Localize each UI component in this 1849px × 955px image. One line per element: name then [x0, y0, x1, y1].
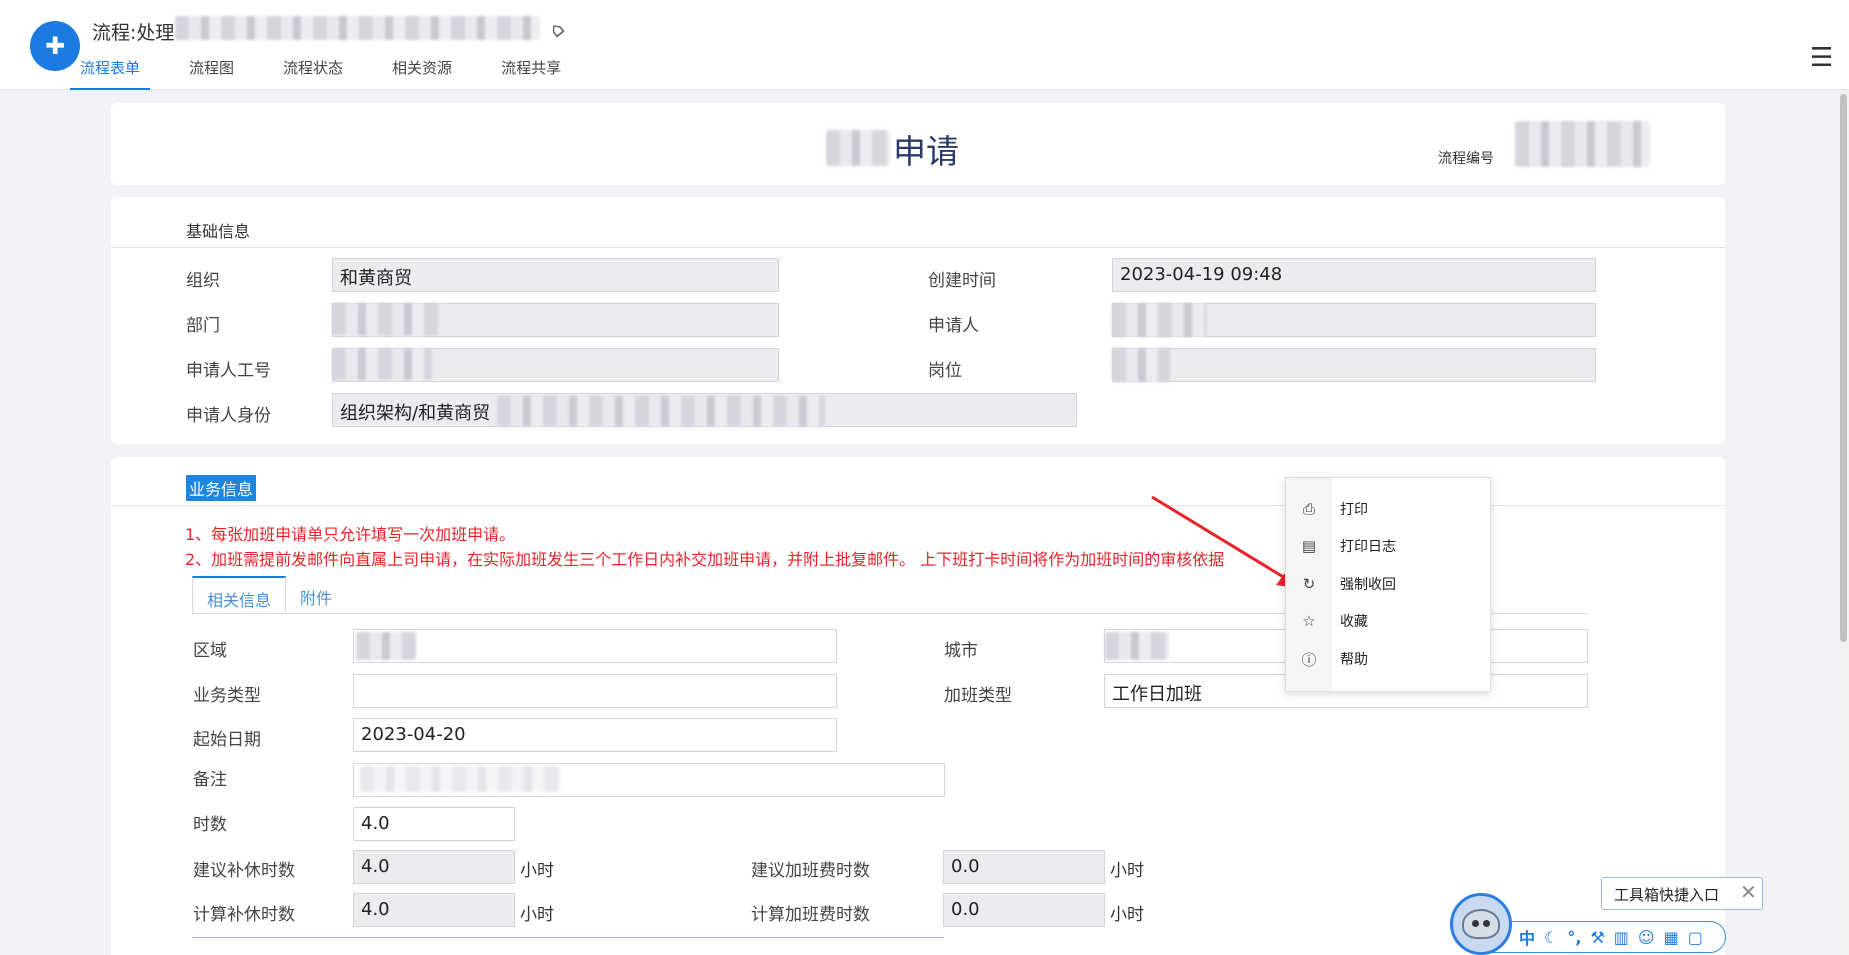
- grid-icon[interactable]: ▦: [1664, 928, 1679, 947]
- scrollbar-thumb[interactable]: [1840, 94, 1847, 642]
- clipboard-icon: ▤: [1301, 537, 1317, 555]
- business-tabs: 相关信息 附件: [192, 576, 346, 614]
- page-scrollbar[interactable]: [1838, 90, 1849, 955]
- tab-flow-chart[interactable]: 流程图: [189, 58, 234, 90]
- calc-fee-field[interactable]: 0.0: [943, 893, 1105, 927]
- remark-label: 备注: [193, 770, 227, 790]
- menu-item-help[interactable]: ⓘ 帮助: [1286, 644, 1492, 674]
- city-label: 城市: [944, 641, 978, 661]
- redacted-dept: [332, 303, 440, 335]
- redacted-title-prefix: [826, 130, 890, 166]
- main-tabs: 流程表单 流程图 流程状态 相关资源 流程共享: [70, 58, 610, 90]
- help-icon: ⓘ: [1301, 650, 1317, 669]
- calc-comp-unit: 小时: [520, 905, 554, 925]
- printer-icon: ⎙: [1302, 500, 1315, 518]
- dept-label: 部门: [186, 316, 220, 336]
- tag-icon[interactable]: ⌂: [544, 16, 569, 43]
- redacted-applicant: [1112, 303, 1207, 337]
- toolbox-bar: 中 ☾ °, ⚒ ▥ ☺ ▦ ▢: [1478, 921, 1726, 953]
- menu-item-label: 强制收回: [1340, 577, 1396, 593]
- start-date-field[interactable]: 2023-04-20: [353, 718, 837, 752]
- menu-item-favorite[interactable]: ☆ 收藏: [1286, 606, 1492, 636]
- redacted-post: [1112, 348, 1170, 382]
- toolbox-mascot-icon[interactable]: [1450, 893, 1512, 955]
- business-info-heading: 业务信息: [186, 475, 257, 501]
- biz-type-label: 业务类型: [193, 686, 261, 706]
- biz-type-field[interactable]: [353, 674, 837, 708]
- redacted-region: [356, 632, 416, 660]
- hours-field[interactable]: 4.0: [353, 807, 515, 841]
- post-label: 岗位: [928, 361, 962, 381]
- moon-icon[interactable]: ☾: [1544, 928, 1558, 947]
- ot-type-label: 加班类型: [944, 686, 1012, 706]
- flow-number-label: 流程编号: [1438, 151, 1494, 167]
- tab-flow-status[interactable]: 流程状态: [283, 58, 343, 90]
- toolbox-tooltip: 工具箱快捷入口: [1601, 877, 1763, 910]
- redacted-identity: [497, 396, 825, 426]
- page-title: 流程:处理: [92, 22, 175, 44]
- bottom-divider: [192, 937, 944, 938]
- sugg-comp-unit: 小时: [520, 861, 554, 881]
- hours-label: 时数: [193, 815, 227, 835]
- form-title: 申请: [893, 132, 959, 171]
- doc-icon[interactable]: ▥: [1614, 928, 1629, 947]
- sugg-fee-label: 建议加班费时数: [751, 861, 870, 881]
- sugg-comp-label: 建议补休时数: [193, 861, 295, 881]
- chinese-input-icon[interactable]: 中: [1519, 925, 1535, 949]
- close-icon[interactable]: ✕: [1740, 880, 1757, 904]
- post-field[interactable]: [1112, 348, 1596, 382]
- notice-line-2: 2、加班需提前发邮件向直属上司申请，在实际加班发生三个工作日内补交加班申请，并附…: [185, 550, 1225, 569]
- menu-item-print[interactable]: ⎙ 打印: [1286, 494, 1492, 524]
- calc-comp-field[interactable]: 4.0: [353, 893, 515, 927]
- basic-info-divider: [111, 247, 1725, 248]
- lock-icon[interactable]: ▢: [1688, 928, 1703, 947]
- redacted-city: [1105, 632, 1169, 660]
- tab-flow-share[interactable]: 流程共享: [501, 58, 561, 90]
- created-time-field[interactable]: 2023-04-19 09:48: [1112, 258, 1596, 292]
- menu-item-print-log[interactable]: ▤ 打印日志: [1286, 531, 1492, 561]
- tab-attachments[interactable]: 附件: [286, 576, 346, 614]
- notice-line-1: 1、每张加班申请单只允许填写一次加班申请。: [185, 525, 516, 544]
- menu-item-label: 收藏: [1340, 614, 1368, 630]
- applicant-label: 申请人: [928, 316, 979, 336]
- redacted-flow-number: [1515, 121, 1650, 167]
- app-header: ✚ 流程:处理 ⌂ 流程表单 流程图 流程状态 相关资源 流程共享 ☰: [0, 0, 1849, 90]
- org-field[interactable]: 和黄商贸: [332, 258, 779, 292]
- org-label: 组织: [186, 271, 220, 291]
- basic-info-heading: 基础信息: [186, 222, 251, 241]
- calc-fee-unit: 小时: [1110, 905, 1144, 925]
- region-field[interactable]: [353, 629, 837, 663]
- region-label: 区域: [193, 641, 227, 661]
- wrench-icon[interactable]: ⚒: [1590, 928, 1604, 947]
- tab-flow-form[interactable]: 流程表单: [70, 58, 151, 90]
- sugg-fee-unit: 小时: [1110, 861, 1144, 881]
- menu-item-label: 打印: [1340, 502, 1368, 518]
- calc-comp-label: 计算补休时数: [193, 905, 295, 925]
- redo-icon: ↻: [1302, 575, 1316, 593]
- menu-item-force-recall[interactable]: ↻ 强制收回: [1286, 569, 1492, 599]
- tab-related-info[interactable]: 相关信息: [192, 576, 287, 614]
- identity-label: 申请人身份: [186, 406, 271, 426]
- context-menu: ⎙ 打印 ▤ 打印日志 ↻ 强制收回 ☆ 收藏 ⓘ 帮助: [1285, 477, 1491, 692]
- emp-no-label: 申请人工号: [186, 361, 271, 381]
- calc-fee-label: 计算加班费时数: [751, 905, 870, 925]
- tab-related-resources[interactable]: 相关资源: [392, 58, 452, 90]
- dots-icon[interactable]: °,: [1567, 928, 1581, 947]
- star-icon: ☆: [1302, 612, 1316, 630]
- menu-item-label: 帮助: [1340, 652, 1368, 668]
- hamburger-menu-icon[interactable]: ☰: [1810, 45, 1833, 71]
- redacted-emp-no: [332, 348, 432, 380]
- redacted-flow-name: [175, 16, 540, 40]
- smile-icon[interactable]: ☺: [1638, 928, 1655, 947]
- sugg-fee-field[interactable]: 0.0: [943, 850, 1105, 884]
- created-time-label: 创建时间: [928, 271, 996, 291]
- menu-item-label: 打印日志: [1340, 539, 1396, 555]
- start-date-label: 起始日期: [193, 730, 261, 750]
- sugg-comp-field[interactable]: 4.0: [353, 850, 515, 884]
- redacted-remark: [360, 766, 560, 792]
